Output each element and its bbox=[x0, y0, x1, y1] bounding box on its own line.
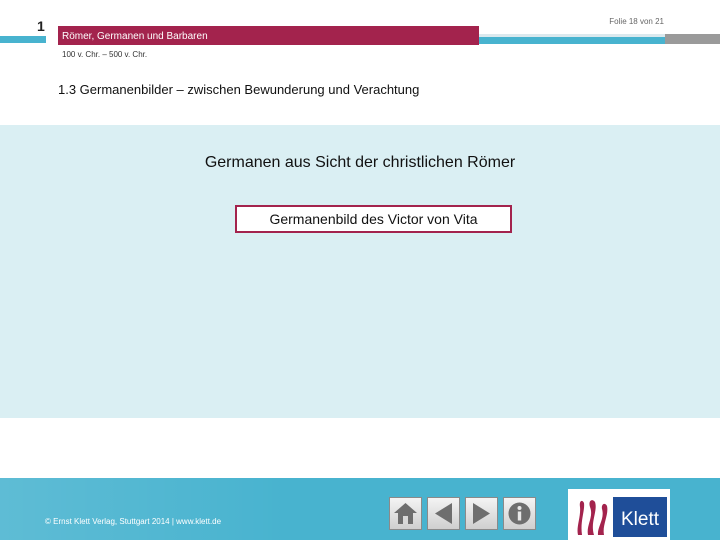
chapter-title-bar: Römer, Germanen und Barbaren bbox=[58, 26, 479, 45]
period-label: 100 v. Chr. – 500 v. Chr. bbox=[62, 50, 148, 59]
home-button[interactable] bbox=[389, 497, 422, 530]
klett-logo: Klett bbox=[568, 489, 670, 540]
home-icon bbox=[394, 503, 417, 524]
chapter-number: 1 bbox=[37, 18, 45, 34]
copyright-text: © Ernst Klett Verlag, Stuttgart 2014 | w… bbox=[45, 517, 222, 526]
victor-von-vita-link[interactable]: Germanenbild des Victor von Vita bbox=[235, 205, 512, 233]
slide-counter: Folie 18 von 21 bbox=[609, 17, 664, 26]
logo-text: Klett bbox=[621, 509, 660, 530]
arrow-right-icon bbox=[473, 503, 490, 524]
previous-slide-button[interactable] bbox=[427, 497, 460, 530]
next-slide-button[interactable] bbox=[465, 497, 498, 530]
header-gray-line bbox=[665, 34, 720, 44]
klett-logo-icon: Klett bbox=[577, 497, 667, 537]
arrow-left-icon bbox=[435, 503, 452, 524]
info-icon bbox=[508, 502, 531, 525]
chapter-title: Römer, Germanen und Barbaren bbox=[62, 31, 208, 42]
left-accent-stripe bbox=[0, 36, 46, 43]
header-blue-line bbox=[479, 34, 665, 44]
section-title: 1.3 Germanenbilder – zwischen Bewunderun… bbox=[58, 82, 420, 97]
info-button[interactable] bbox=[503, 497, 536, 530]
main-heading: Germanen aus Sicht der christlichen Röme… bbox=[204, 154, 516, 171]
